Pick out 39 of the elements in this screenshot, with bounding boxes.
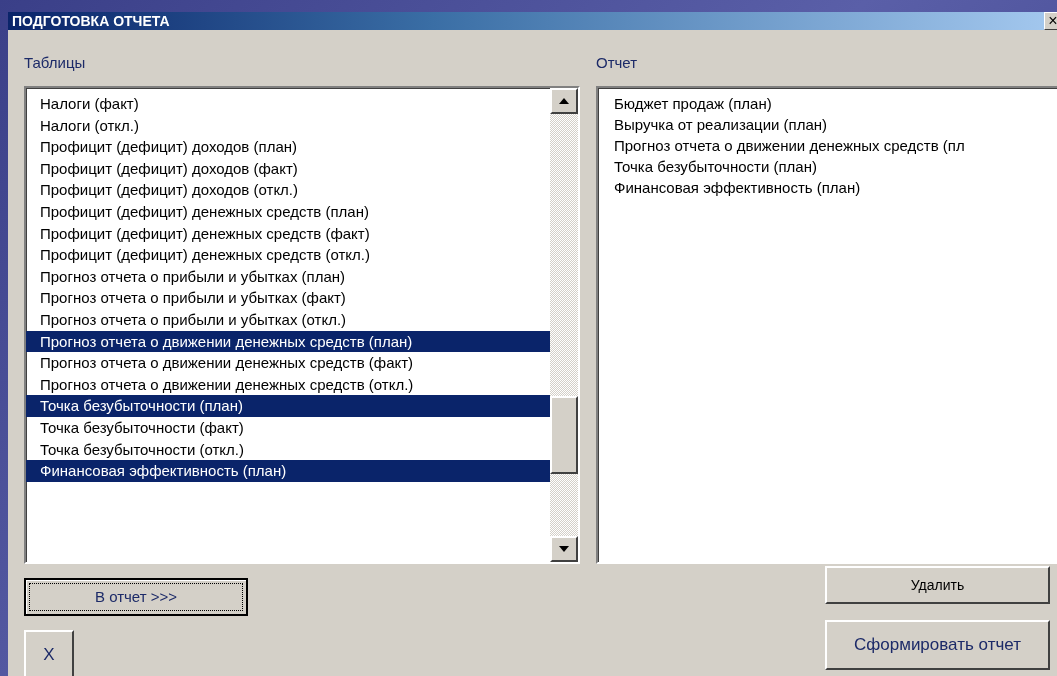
list-item[interactable]: Профицит (дефицит) доходов (факт) <box>26 157 550 180</box>
list-item[interactable]: Прогноз отчета о движении денежных средств (пл <box>598 135 1057 156</box>
report-list[interactable]: Бюджет продаж (план) Выручка от реализации (план) Прогноз отчета о движении денежных средств (пл Точка безубыточности (план) Финансовая эффективность (план) <box>596 86 1057 564</box>
list-item[interactable]: Прогноз отчета о прибыли и убытках (план) <box>26 265 550 288</box>
delete-button[interactable]: Удалить <box>825 566 1050 604</box>
list-item[interactable]: Профицит (дефицит) денежных средств (план) <box>26 200 550 223</box>
list-item[interactable]: Профицит (дефицит) денежных средств (факт) <box>26 222 550 245</box>
up-arrow-icon <box>559 98 569 104</box>
down-arrow-icon <box>559 546 569 552</box>
list-item[interactable]: Точка безубыточности (факт) <box>26 416 550 439</box>
list-item[interactable]: Налоги (факт) <box>26 93 550 115</box>
tables-list[interactable] <box>24 86 580 564</box>
list-item[interactable]: Профицит (дефицит) доходов (откл.) <box>26 179 550 201</box>
add-to-report-button[interactable]: В отчет >>> <box>24 578 248 616</box>
list-item[interactable]: Налоги (откл.) <box>26 114 550 137</box>
scroll-down-button[interactable] <box>550 536 578 562</box>
close-x-button[interactable]: X <box>24 630 74 676</box>
scroll-thumb[interactable] <box>550 396 578 474</box>
list-item[interactable]: Точка безубыточности (план) <box>598 156 1057 177</box>
build-report-button[interactable]: Сформировать отчет <box>825 620 1050 670</box>
list-item[interactable]: Прогноз отчета о движении денежных средств (откл.) <box>26 373 550 396</box>
report-label: Отчет <box>596 54 639 72</box>
list-item[interactable]: Выручка от реализации (план) <box>598 114 1057 135</box>
list-item[interactable]: Точка безубыточности (план) <box>26 395 550 417</box>
list-item[interactable]: Прогноз отчета о движении денежных средств (факт) <box>26 352 550 374</box>
list-item[interactable]: Прогноз отчета о прибыли и убытках (факт) <box>26 287 550 309</box>
list-item[interactable]: Прогноз отчета о движении денежных средств (план) <box>26 330 550 353</box>
list-item[interactable]: Финансовая эффективность (план) <box>598 177 1057 198</box>
scrollbar[interactable] <box>550 88 578 562</box>
list-item[interactable]: Финансовая эффективность (план) <box>26 460 550 482</box>
list-item[interactable]: Профицит (дефицит) денежных средств (откл.) <box>26 244 550 266</box>
tables-label: Таблицы <box>24 54 87 72</box>
close-button[interactable]: × <box>1044 12 1057 30</box>
window-title: ПОДГОТОВКА ОТЧЕТА <box>12 13 170 29</box>
list-item[interactable]: Бюджет продаж (план) <box>598 93 1057 114</box>
list-item[interactable]: Точка безубыточности (откл.) <box>26 438 550 461</box>
list-item[interactable]: Прогноз отчета о прибыли и убытках (откл.) <box>26 308 550 331</box>
list-item[interactable]: Профицит (дефицит) доходов (план) <box>26 136 550 158</box>
scroll-up-button[interactable] <box>550 88 578 114</box>
